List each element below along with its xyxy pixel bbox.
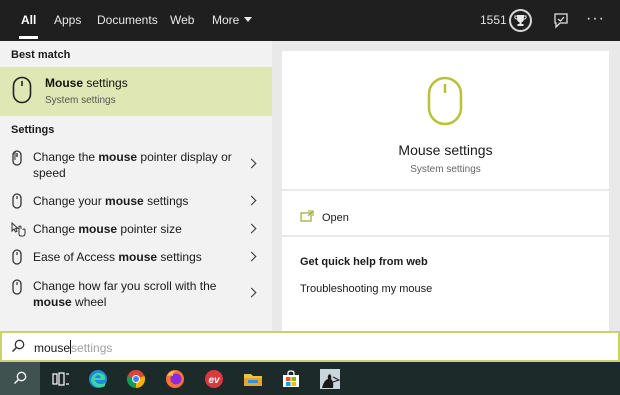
taskbar: ev — [0, 362, 620, 395]
detail-subtitle: System settings — [410, 164, 481, 175]
label-post: settings — [143, 194, 189, 208]
search-tabs-bar: All Apps Documents Web More 1551 ··· — [0, 0, 620, 41]
chevron-right-icon — [246, 251, 257, 262]
label-pre: Change your — [33, 194, 106, 208]
chevron-right-icon — [246, 287, 257, 298]
svg-text:ev: ev — [208, 375, 221, 386]
open-label: Open — [322, 212, 349, 224]
chevron-right-icon — [246, 158, 257, 169]
tab-web[interactable]: Web — [170, 0, 194, 41]
detail-panel: Mouse settings System settings Open Get … — [272, 41, 620, 331]
settings-item-label: Change your mouse settings — [33, 193, 238, 209]
label-bold: mouse — [105, 194, 144, 208]
chevron-right-icon — [246, 195, 257, 206]
label-post: pointer size — [117, 222, 182, 236]
rewards-points: 1551 — [480, 13, 507, 27]
search-suggestion-text: settings — [71, 341, 113, 355]
best-match-title-rest: settings — [83, 76, 128, 90]
firefox-icon[interactable] — [164, 368, 186, 390]
troubleshooting-link[interactable]: Troubleshooting my mouse — [300, 283, 432, 295]
search-icon — [14, 371, 27, 384]
edge-icon[interactable] — [87, 368, 109, 390]
open-icon — [300, 210, 314, 225]
detail-card: Mouse settings System settings — [282, 51, 609, 189]
pointer-size-icon — [10, 221, 26, 237]
best-match-title-bold: Mouse — [45, 76, 84, 90]
taskbar-search-button[interactable] — [0, 362, 40, 395]
search-typed-text: mouse — [34, 341, 71, 355]
expressvpn-icon[interactable]: ev — [203, 368, 225, 390]
search-icon — [11, 339, 25, 356]
settings-item-label: Change mouse pointer size — [33, 221, 238, 237]
mouse-icon — [12, 76, 32, 107]
results-panel: Best match Mouse settings System setting… — [0, 41, 272, 331]
feedback-icon[interactable] — [552, 12, 570, 30]
best-match-item[interactable]: Mouse settings System settings — [0, 67, 272, 116]
label-bold: mouse — [78, 222, 118, 236]
trophy-icon[interactable] — [509, 9, 532, 32]
quick-help-card: Get quick help from web Troubleshooting … — [282, 237, 609, 331]
tab-all[interactable]: All — [18, 0, 39, 41]
file-explorer-icon[interactable] — [242, 368, 264, 390]
best-match-title: Mouse settings — [45, 76, 128, 90]
settings-item-label: Change the mouse pointer display or spee… — [33, 149, 238, 181]
tab-documents[interactable]: Documents — [97, 0, 158, 41]
store-icon[interactable] — [280, 368, 302, 390]
settings-item-ease-of-access[interactable]: Ease of Access mouse settings — [0, 249, 272, 267]
more-options-icon[interactable]: ··· — [586, 10, 605, 28]
label-pre: Ease of Access — [33, 250, 119, 264]
chevron-down-icon — [244, 17, 253, 22]
label-bold: mouse — [118, 250, 158, 264]
mouse-pointer-icon — [10, 150, 24, 166]
label-post: wheel — [71, 295, 107, 309]
label-bold: mouse — [33, 295, 72, 309]
open-action[interactable]: Open — [282, 191, 609, 235]
best-match-header: Best match — [11, 49, 71, 61]
quick-help-header: Get quick help from web — [300, 256, 428, 268]
label-bold: mouse — [98, 150, 138, 164]
settings-item-label: Change how far you scroll with the mouse… — [33, 278, 238, 310]
mouse-icon — [427, 76, 463, 129]
settings-item-your-mouse[interactable]: Change your mouse settings — [0, 193, 272, 211]
settings-item-pointer-display[interactable]: Change the mouse pointer display or spee… — [0, 149, 272, 183]
label-pre: Change the — [33, 150, 99, 164]
mouse-icon — [10, 249, 24, 265]
label-pre: Change — [33, 222, 79, 236]
settings-item-label: Ease of Access mouse settings — [33, 249, 238, 265]
settings-header: Settings — [11, 124, 55, 136]
settings-item-scroll-wheel[interactable]: Change how far you scroll with the mouse… — [0, 278, 272, 312]
mouse-icon — [10, 279, 24, 295]
label-post: settings — [157, 250, 202, 264]
settings-item-pointer-size[interactable]: Change mouse pointer size — [0, 221, 272, 239]
task-view-icon[interactable] — [50, 368, 72, 390]
mouse-icon — [10, 193, 24, 209]
tab-apps[interactable]: Apps — [54, 0, 81, 41]
search-input[interactable]: mousesettings — [34, 340, 112, 355]
chevron-right-icon — [246, 223, 257, 234]
chrome-icon[interactable] — [125, 368, 147, 390]
best-match-subtitle: System settings — [45, 95, 116, 106]
detail-title: Mouse settings — [398, 142, 493, 158]
tab-more[interactable]: More — [212, 0, 253, 41]
label-pre: Change how far you scroll with the — [33, 279, 217, 293]
tab-more-label: More — [212, 13, 240, 27]
kindle-icon[interactable] — [319, 368, 341, 390]
search-box[interactable]: mousesettings — [0, 331, 620, 362]
